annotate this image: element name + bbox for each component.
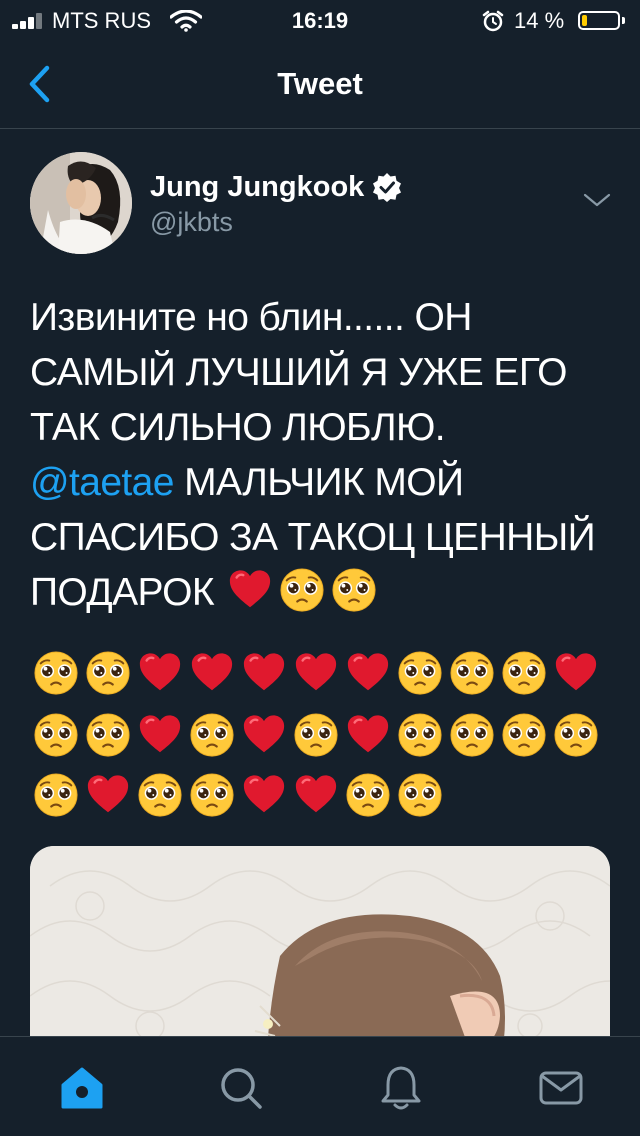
pleading-face-emoji-icon — [293, 712, 339, 758]
battery-tip — [622, 17, 625, 24]
pleading-face-emoji-icon — [553, 712, 599, 758]
emoji-cell — [342, 647, 394, 699]
pleading-face-emoji-icon — [345, 772, 391, 818]
red-heart-emoji-icon — [293, 650, 339, 696]
pleading-face-emoji-icon — [33, 650, 79, 696]
pleading-face-emoji-icon — [137, 772, 183, 818]
emoji-cell — [82, 769, 134, 821]
pleading-face-emoji-icon — [501, 650, 547, 696]
red-heart-emoji-icon — [345, 712, 391, 758]
pleading-face-emoji-icon — [189, 772, 235, 818]
red-heart-emoji-icon — [137, 650, 183, 696]
page-title: Tweet — [277, 66, 363, 101]
pleading-face-emoji-icon — [85, 650, 131, 696]
pleading-face-emoji-icon — [279, 567, 325, 613]
emoji-cell — [290, 769, 342, 821]
emoji-cell — [394, 647, 446, 699]
red-heart-emoji-icon — [241, 712, 287, 758]
nav-bar: Tweet — [0, 42, 640, 129]
tweet-text: Извините но блин...... ОН САМЫЙ ЛУЧШИЙ Я… — [30, 290, 610, 620]
pleading-face-emoji-icon — [397, 772, 443, 818]
emoji-inline — [224, 571, 380, 614]
pleading-face-emoji-icon — [449, 650, 495, 696]
emoji-cell — [186, 709, 238, 761]
emoji-cell — [30, 769, 82, 821]
search-icon[interactable] — [216, 1063, 266, 1113]
red-heart-emoji-icon — [345, 650, 391, 696]
notifications-icon[interactable] — [376, 1063, 426, 1113]
emoji-cell — [238, 709, 290, 761]
pleading-face-emoji-icon — [33, 772, 79, 818]
battery-percentage: 14 % — [514, 8, 565, 33]
red-heart-emoji-icon — [137, 712, 183, 758]
emoji-cell — [30, 709, 82, 761]
emoji-cell — [238, 647, 290, 699]
red-heart-emoji-icon — [227, 567, 273, 613]
emoji-cell — [134, 709, 186, 761]
emoji-cell — [82, 647, 134, 699]
tweet-text-part: Извините но блин...... ОН САМЫЙ ЛУЧШИЙ Я… — [30, 296, 568, 449]
emoji-cell — [290, 647, 342, 699]
tab-bar — [0, 1036, 640, 1136]
red-heart-emoji-icon — [241, 772, 287, 818]
pleading-face-emoji-icon — [397, 650, 443, 696]
mention-link[interactable]: @taetae — [30, 461, 174, 504]
emoji-cell — [394, 769, 446, 821]
emoji-cell — [446, 647, 498, 699]
chevron-down-icon[interactable] — [582, 190, 612, 210]
tweet-detail-screen: MTS RUS 16:19 14 % Tweet Jung Jungkook @… — [0, 0, 640, 1136]
battery-level — [582, 15, 588, 26]
avatar[interactable] — [30, 152, 132, 254]
emoji-cell — [134, 769, 186, 821]
pleading-face-emoji-icon — [501, 712, 547, 758]
red-heart-emoji-icon — [293, 772, 339, 818]
emoji-cell — [342, 769, 394, 821]
pleading-face-emoji-icon — [449, 712, 495, 758]
emoji-cell — [550, 647, 602, 699]
author-handle[interactable]: @jkbts — [150, 207, 233, 238]
emoji-cell — [186, 769, 238, 821]
emoji-cell — [30, 647, 82, 699]
status-bar: MTS RUS 16:19 14 % — [0, 0, 640, 42]
emoji-cell — [186, 647, 238, 699]
pleading-face-emoji-icon — [397, 712, 443, 758]
verified-badge-icon — [373, 173, 402, 202]
author-display-name[interactable]: Jung Jungkook — [150, 171, 364, 204]
emoji-cell — [134, 647, 186, 699]
battery-icon — [578, 11, 620, 30]
emoji-cell — [394, 709, 446, 761]
emoji-cell — [446, 709, 498, 761]
emoji-row — [30, 709, 602, 761]
red-heart-emoji-icon — [189, 650, 235, 696]
red-heart-emoji-icon — [553, 650, 599, 696]
red-heart-emoji-icon — [85, 772, 131, 818]
red-heart-emoji-icon — [241, 650, 287, 696]
pleading-face-emoji-icon — [33, 712, 79, 758]
pleading-face-emoji-icon — [189, 712, 235, 758]
emoji-cell — [342, 709, 394, 761]
emoji-cell — [290, 709, 342, 761]
emoji-cell — [238, 769, 290, 821]
alarm-icon — [482, 10, 504, 32]
emoji-row — [30, 647, 602, 699]
author-name-row[interactable]: Jung Jungkook — [150, 167, 402, 207]
pleading-face-emoji-icon — [85, 712, 131, 758]
messages-icon[interactable] — [536, 1063, 586, 1113]
emoji-cell — [550, 709, 602, 761]
emoji-cell — [498, 709, 550, 761]
pleading-face-emoji-icon — [331, 567, 377, 613]
emoji-cell — [498, 647, 550, 699]
emoji-row — [30, 769, 446, 821]
emoji-cell — [82, 709, 134, 761]
avatar-image — [30, 152, 132, 254]
home-icon[interactable] — [57, 1063, 107, 1113]
